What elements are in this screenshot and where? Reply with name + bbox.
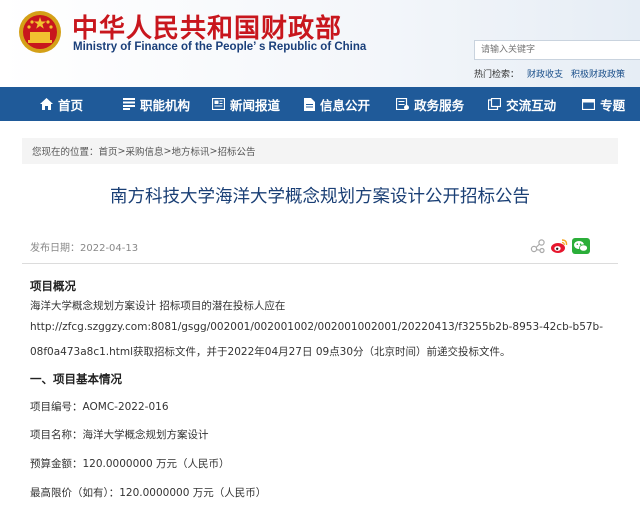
breadcrumb: 您现在的位置： 首页 > 采购信息 > 地方标讯 > 招标公告 (22, 138, 618, 164)
nav-item-label: 信息公开 (320, 97, 371, 113)
site-title-chinese[interactable]: 中华人民共和国财政部 (72, 8, 342, 45)
nav-item-label: 首页 (58, 97, 84, 113)
news-icon (212, 98, 226, 110)
nav-item-label: 交流互动 (506, 97, 557, 113)
nav-item-label: 新闻报道 (230, 97, 281, 113)
site-header: 中华人民共和国财政部 Ministry of Finance of the Pe… (0, 0, 640, 87)
nav-item-org[interactable]: 职能机构 (123, 87, 190, 121)
nav-item-topic[interactable]: 专题 (582, 87, 625, 121)
org-icon (123, 98, 136, 110)
breadcrumb-item[interactable]: 招标公告 (217, 144, 255, 158)
hot-search-label: 热门检索： (474, 70, 520, 80)
nav-item-label: 政务服务 (414, 97, 465, 113)
field-label: 项目名称： (30, 429, 83, 441)
main-nav: 首页 职能机构 新闻报道 信息公开 政务服务 交流互动 专题 (0, 87, 640, 121)
article-meta: 发布日期：2022-04-13 (30, 236, 590, 256)
divider (22, 263, 618, 264)
wechat-icon[interactable] (572, 238, 590, 254)
site-title-english[interactable]: Ministry of Finance of the People’ s Rep… (73, 41, 366, 53)
field-value: 120.0000000 万元（人民币） (119, 487, 267, 499)
service-icon (396, 98, 410, 110)
nav-item-news[interactable]: 新闻报道 (212, 87, 280, 121)
breadcrumb-prefix: 您现在的位置： (32, 147, 99, 158)
nav-item-home[interactable]: 首页 (40, 87, 83, 121)
hot-search-link[interactable]: 财政收支 (527, 70, 563, 80)
publish-date-value: 2022-04-13 (80, 242, 139, 254)
breadcrumb-item[interactable]: 首页 (99, 144, 118, 158)
overview-link[interactable]: http://zfcg.szggzy.com:8081/gsgg/002001/… (30, 321, 610, 333)
overview-heading: 项目概况 (30, 279, 76, 293)
field-value: 海洋大学概念规划方案设计 (82, 429, 209, 441)
nav-item-interaction[interactable]: 交流互动 (488, 87, 556, 121)
field-label: 项目编号： (30, 401, 83, 413)
nav-item-label: 专题 (600, 97, 626, 113)
share-icons (530, 238, 590, 254)
home-icon (40, 98, 53, 110)
share-icon[interactable] (530, 238, 546, 254)
field-max-price: 最高限价（如有）：120.0000000 万元（人民币） (30, 485, 266, 500)
field-value: AOMC-2022-016 (82, 401, 169, 413)
breadcrumb-item[interactable]: 地方标讯 (171, 144, 209, 158)
field-project-name: 项目名称：海洋大学概念规划方案设计 (30, 427, 209, 442)
overview-line: 海洋大学概念规划方案设计 招标项目的潜在投标人应在 (30, 300, 286, 312)
article-title: 南方科技大学海洋大学概念规划方案设计公开招标公告 (110, 187, 530, 207)
national-emblem-icon[interactable] (18, 10, 62, 54)
breadcrumb-separator: > (117, 145, 126, 157)
field-budget: 预算金额：120.0000000 万元（人民币） (30, 456, 229, 471)
breadcrumb-item[interactable]: 采购信息 (126, 144, 164, 158)
search-input[interactable] (474, 40, 640, 60)
hot-search: 热门检索： 财政收支 积极财政政策 (474, 67, 625, 80)
field-label: 预算金额： (30, 458, 83, 470)
field-label: 最高限价（如有）： (30, 487, 120, 499)
nav-item-info-disclosure[interactable]: 信息公开 (304, 87, 370, 121)
section-heading: 一、项目基本情况 (30, 372, 122, 386)
nav-item-label: 职能机构 (140, 97, 191, 113)
publish-date: 发布日期：2022-04-13 (30, 239, 138, 254)
hot-search-link[interactable]: 积极财政政策 (571, 70, 625, 80)
field-value: 120.0000000 万元（人民币） (82, 458, 230, 470)
field-project-number: 项目编号：AOMC-2022-016 (30, 399, 169, 414)
nav-item-gov-service[interactable]: 政务服务 (396, 87, 464, 121)
interaction-icon (488, 98, 502, 110)
weibo-icon[interactable] (550, 238, 568, 254)
document-icon (304, 97, 316, 111)
breadcrumb-separator: > (163, 145, 172, 157)
topic-icon (582, 98, 596, 110)
publish-date-label: 发布日期： (30, 242, 80, 254)
breadcrumb-separator: > (209, 145, 218, 157)
overview-line: 08f0a473a8c1.html获取招标文件，并于2022年04月27日 09… (30, 346, 511, 358)
